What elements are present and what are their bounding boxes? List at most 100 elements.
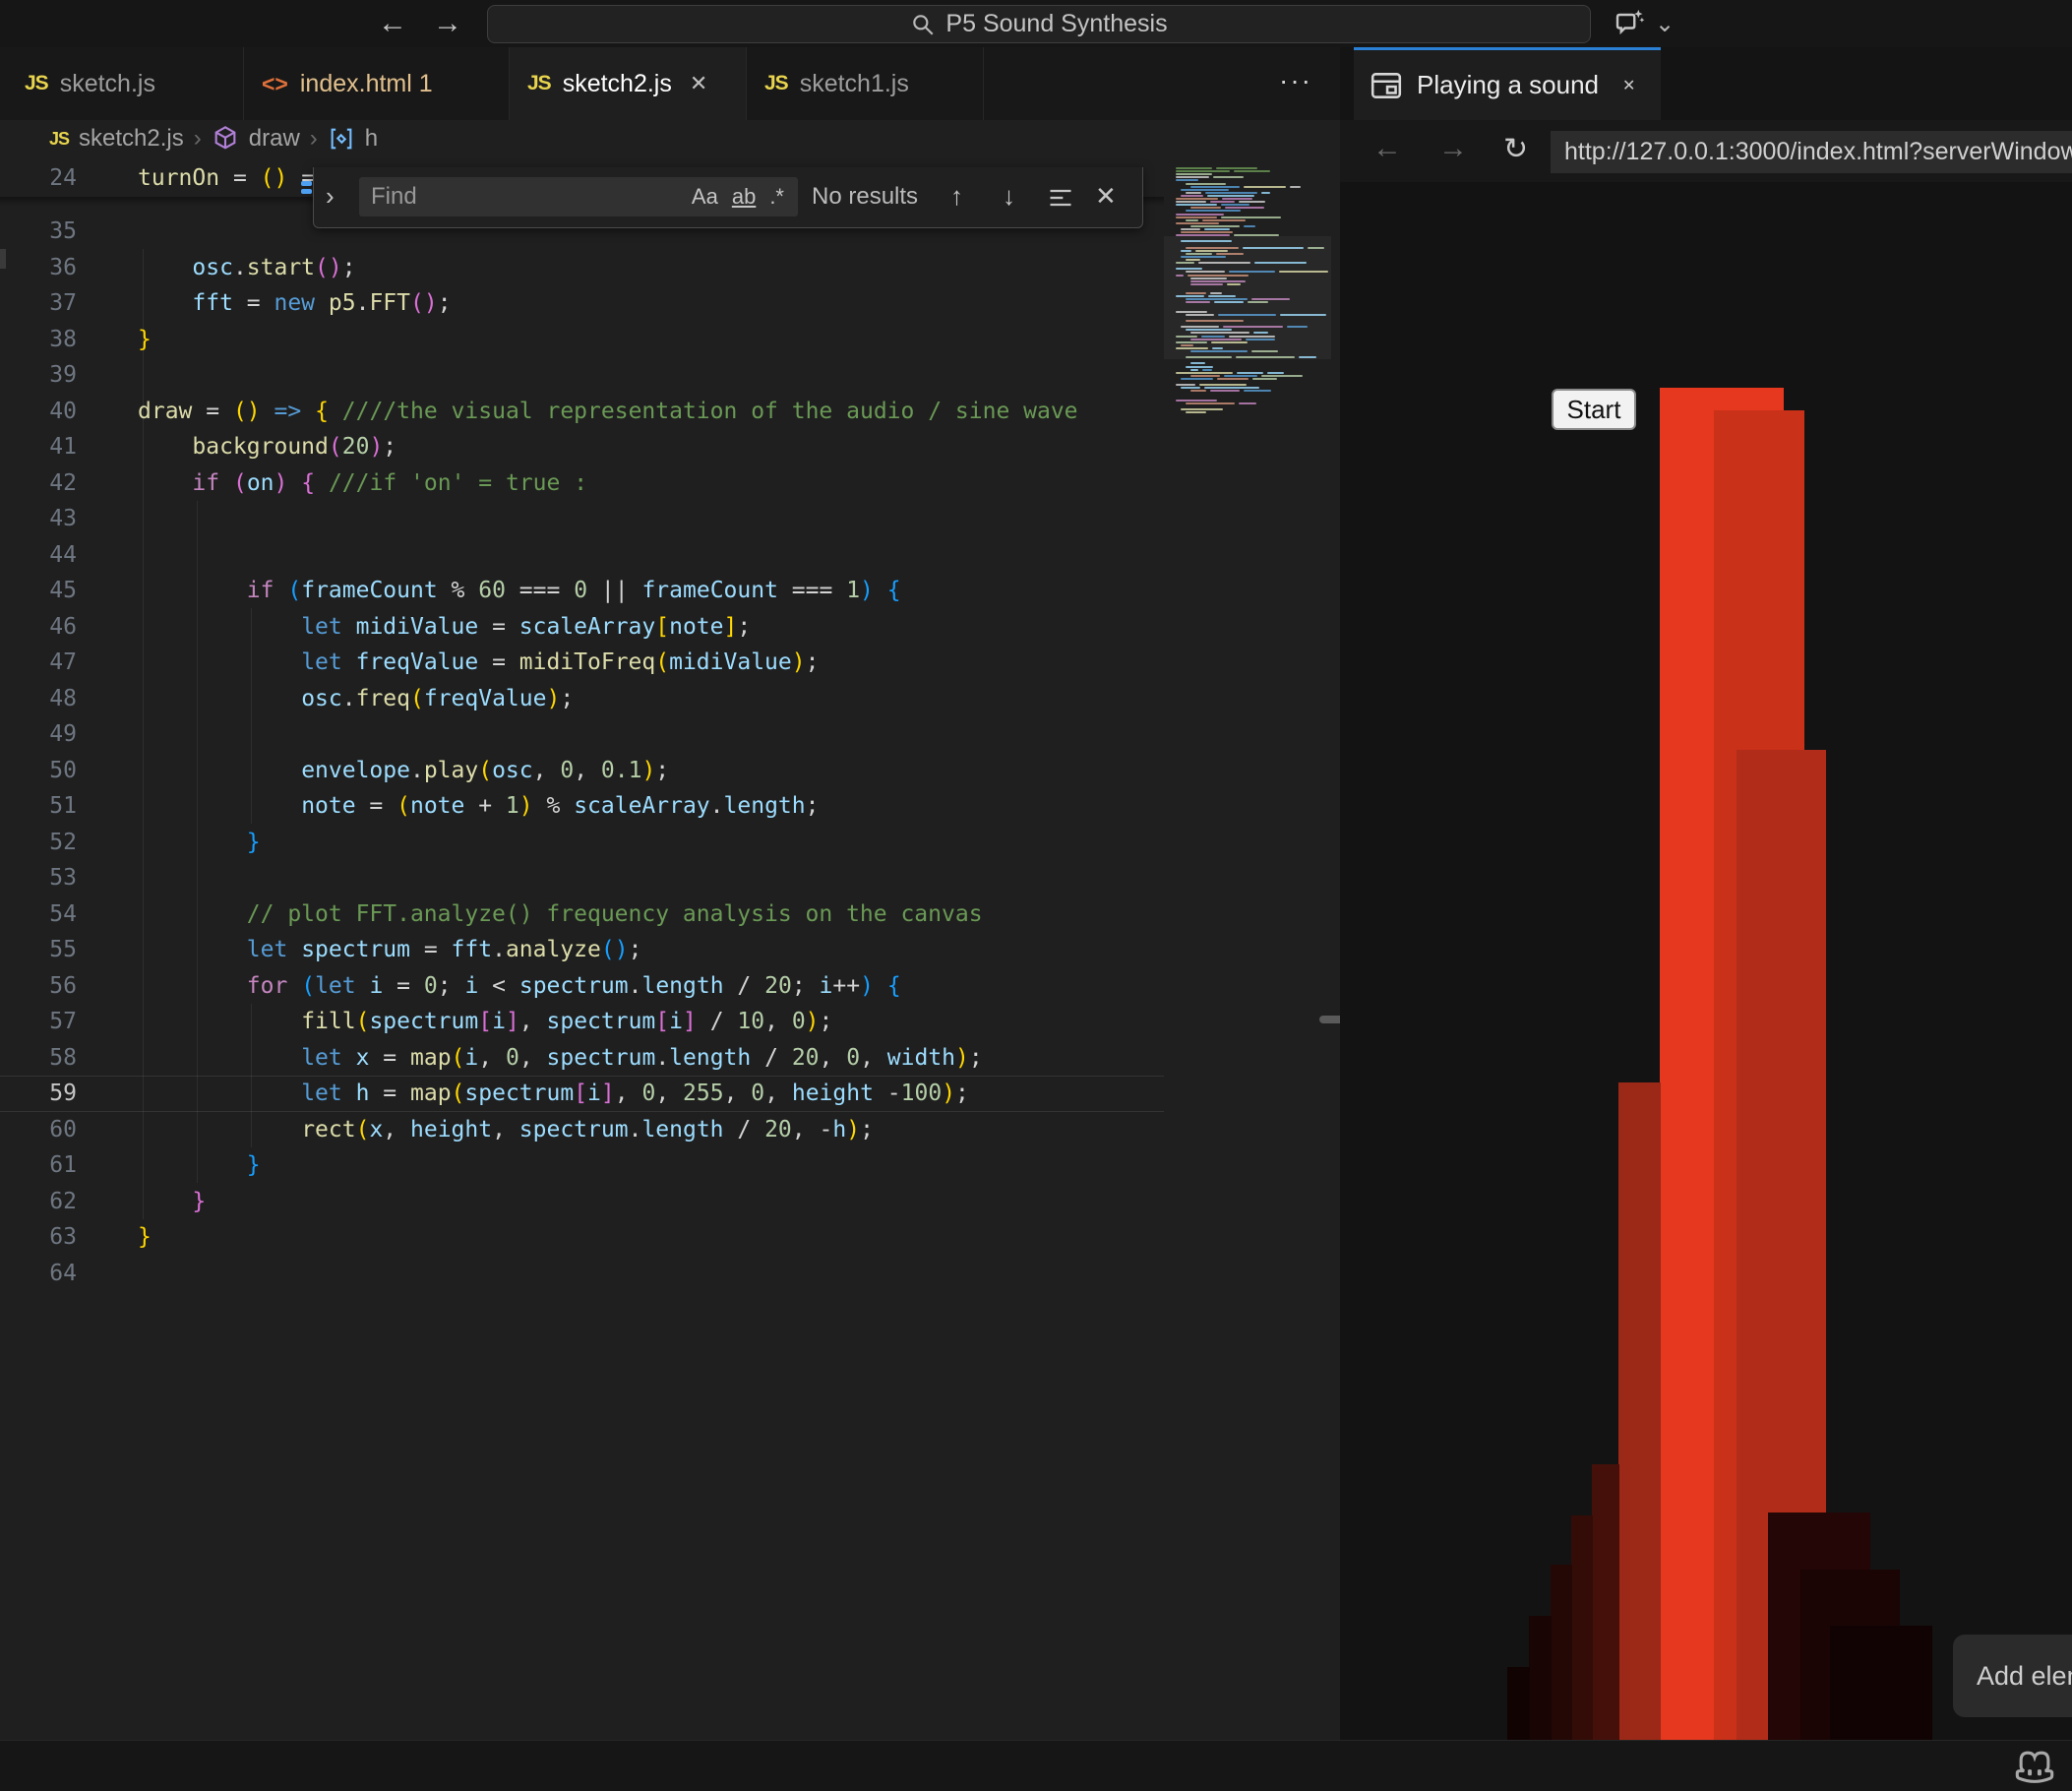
minimap-code-line bbox=[1176, 400, 1217, 401]
find-results-count: No results bbox=[812, 183, 918, 211]
minimap-code-line bbox=[1239, 402, 1257, 404]
close-icon[interactable]: ✕ bbox=[690, 71, 707, 96]
code-line-62[interactable]: 62} bbox=[0, 1183, 1164, 1219]
code-line-50[interactable]: 50envelope.play(osc, 0, 0.1); bbox=[0, 752, 1164, 788]
code-text: let x = map(i, 0, spectrum.length / 20, … bbox=[138, 1045, 983, 1071]
minimap-code-line bbox=[1176, 372, 1233, 374]
code-line-57[interactable]: 57fill(spectrum[i], spectrum[i] / 10, 0)… bbox=[0, 1004, 1164, 1040]
history-forward-icon[interactable]: → bbox=[433, 6, 462, 41]
code-line-53[interactable]: 53 bbox=[0, 860, 1164, 896]
code-line-58[interactable]: 58let x = map(i, 0, spectrum.length / 20… bbox=[0, 1039, 1164, 1076]
code-line-52[interactable]: 52} bbox=[0, 824, 1164, 860]
start-button[interactable]: Start bbox=[1552, 389, 1636, 430]
breadcrumb-separator: › bbox=[194, 125, 202, 153]
close-icon[interactable]: ✕ bbox=[1622, 76, 1635, 95]
browser-back-icon[interactable]: ← bbox=[1372, 132, 1402, 165]
code-editor[interactable]: 3536osc.start();37fft = new p5.FFT();38}… bbox=[0, 157, 1340, 1740]
regex-button[interactable]: .* bbox=[763, 182, 790, 212]
p5-canvas: Start Add elem bbox=[1340, 182, 2072, 1740]
line-number: 40 bbox=[0, 399, 77, 424]
whole-word-button[interactable]: ab bbox=[726, 182, 762, 212]
minimap-code-line bbox=[1261, 192, 1270, 194]
code-line-46[interactable]: 46let midiValue = scaleArray[note]; bbox=[0, 608, 1164, 645]
code-line-48[interactable]: 48osc.freq(freqValue); bbox=[0, 680, 1164, 716]
minimap-code-line bbox=[1222, 198, 1253, 200]
line-number: 52 bbox=[0, 830, 77, 855]
line-number: 36 bbox=[0, 255, 77, 280]
line-number: 43 bbox=[0, 506, 77, 531]
copilot-chat-button[interactable]: ⌄ bbox=[1612, 6, 1675, 41]
code-line-41[interactable]: 41background(20); bbox=[0, 429, 1164, 465]
find-in-selection-icon[interactable] bbox=[1047, 185, 1074, 211]
line-number: 41 bbox=[0, 434, 77, 460]
code-line-44[interactable]: 44 bbox=[0, 536, 1164, 573]
minimap-slider[interactable] bbox=[1164, 236, 1331, 359]
code-line-40[interactable]: 40draw = () => { ////the visual represen… bbox=[0, 393, 1164, 429]
tab-actions-more-icon[interactable]: ··· bbox=[1279, 65, 1312, 96]
status-bar bbox=[0, 1740, 2072, 1791]
code-line-56[interactable]: 56for (let i = 0; i < spectrum.length / … bbox=[0, 967, 1164, 1004]
code-line-64[interactable]: 64 bbox=[0, 1255, 1164, 1291]
code-line-55[interactable]: 55let spectrum = fft.analyze(); bbox=[0, 932, 1164, 968]
code-line-51[interactable]: 51note = (note + 1) % scaleArray.length; bbox=[0, 788, 1164, 825]
code-line-63[interactable]: 63} bbox=[0, 1219, 1164, 1256]
line-number: 46 bbox=[0, 614, 77, 640]
copilot-status-icon[interactable] bbox=[2013, 1747, 2056, 1786]
code-line-43[interactable]: 43 bbox=[0, 501, 1164, 537]
minimap-code-line bbox=[1176, 179, 1198, 181]
tab-sketch1-js[interactable]: JSsketch1.js bbox=[747, 47, 984, 120]
code-line-42[interactable]: 42if (on) { ///if 'on' = true : bbox=[0, 464, 1164, 501]
breadcrumb-symbol-h[interactable]: h bbox=[365, 125, 378, 153]
search-title: P5 Sound Synthesis bbox=[945, 10, 1167, 38]
code-line-47[interactable]: 47let freqValue = midiToFreq(midiValue); bbox=[0, 645, 1164, 681]
code-line-36[interactable]: 36osc.start(); bbox=[0, 249, 1164, 285]
find-input[interactable]: Find Aa ab .* bbox=[359, 177, 798, 216]
tab-sketch-js[interactable]: JSsketch.js bbox=[7, 47, 244, 120]
minimap[interactable] bbox=[1164, 157, 1331, 1740]
tab-index-html-1[interactable]: <>index.html 1 bbox=[244, 47, 510, 120]
browser-reload-icon[interactable]: ↻ bbox=[1503, 132, 1528, 166]
line-number: 48 bbox=[0, 686, 77, 711]
minimap-code-line bbox=[1190, 186, 1240, 188]
code-line-60[interactable]: 60rect(x, height, spectrum.length / 20, … bbox=[0, 1111, 1164, 1147]
line-number: 50 bbox=[0, 758, 77, 783]
minimap-code-line bbox=[1216, 167, 1256, 169]
code-line-61[interactable]: 61} bbox=[0, 1147, 1164, 1184]
breadcrumb-file[interactable]: sketch2.js bbox=[79, 125, 184, 153]
minimap-code-line bbox=[1186, 192, 1201, 194]
command-center-search[interactable]: P5 Sound Synthesis bbox=[487, 5, 1591, 43]
close-icon[interactable]: ✕ bbox=[1095, 181, 1117, 212]
minimap-code-line bbox=[1181, 231, 1233, 233]
spectrum-bar-6 bbox=[1551, 1565, 1572, 1740]
add-element-button[interactable]: Add elem bbox=[1953, 1635, 2072, 1717]
line-number: 62 bbox=[0, 1189, 77, 1214]
next-match-button[interactable]: ↓ bbox=[1003, 181, 1015, 212]
code-line-39[interactable]: 39 bbox=[0, 357, 1164, 394]
spectrum-bar-8 bbox=[1507, 1667, 1530, 1740]
minimap-code-line bbox=[1190, 375, 1220, 377]
code-line-54[interactable]: 54// plot FFT.analyze() frequency analys… bbox=[0, 896, 1164, 932]
browser-forward-icon[interactable]: → bbox=[1438, 132, 1468, 165]
breadcrumb-separator: › bbox=[310, 125, 318, 153]
tab-sketch2-js[interactable]: JSsketch2.js✕ bbox=[510, 47, 747, 120]
code-line-37[interactable]: 37fft = new p5.FFT(); bbox=[0, 285, 1164, 322]
match-case-button[interactable]: Aa bbox=[686, 182, 724, 212]
history-back-icon[interactable]: ← bbox=[378, 6, 407, 41]
minimap-code-line bbox=[1261, 375, 1303, 377]
code-line-45[interactable]: 45if (frameCount % 60 === 0 || frameCoun… bbox=[0, 573, 1164, 609]
find-placeholder: Find bbox=[371, 183, 684, 211]
minimap-code-line bbox=[1176, 222, 1219, 224]
find-expand-icon[interactable]: › bbox=[326, 181, 335, 212]
code-text: } bbox=[138, 1189, 206, 1214]
code-line-38[interactable]: 38} bbox=[0, 321, 1164, 357]
minimap-code-line bbox=[1221, 216, 1281, 218]
find-widget-grip[interactable] bbox=[301, 189, 312, 194]
tab-playing-a-sound[interactable]: Playing a sound ✕ bbox=[1354, 47, 1661, 120]
url-bar[interactable]: http://127.0.0.1:3000/index.html?serverW… bbox=[1551, 131, 2072, 173]
code-line-49[interactable]: 49 bbox=[0, 716, 1164, 753]
minimap-code-line bbox=[1176, 214, 1224, 216]
line-number: 53 bbox=[0, 865, 77, 891]
find-widget-grip[interactable] bbox=[301, 181, 312, 186]
breadcrumb-symbol-draw[interactable]: draw bbox=[249, 125, 300, 153]
previous-match-button[interactable]: ↑ bbox=[950, 181, 963, 212]
